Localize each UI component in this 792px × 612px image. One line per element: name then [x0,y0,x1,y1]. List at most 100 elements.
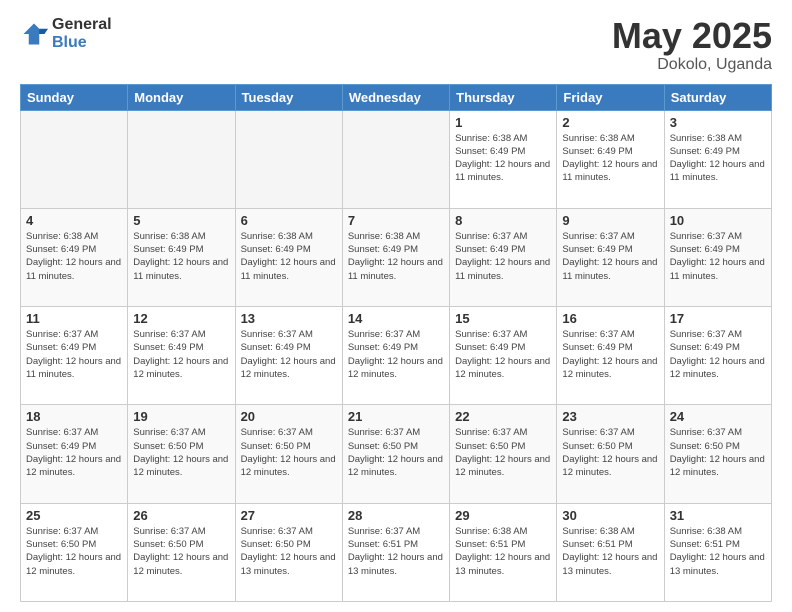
calendar-cell: 16 Sunrise: 6:37 AM Sunset: 6:49 PM Dayli… [557,307,664,405]
calendar-cell: 14 Sunrise: 6:37 AM Sunset: 6:49 PM Dayli… [342,307,449,405]
day-info: Sunrise: 6:37 AM Sunset: 6:50 PM Dayligh… [348,426,444,479]
logo-general: General [52,16,112,34]
calendar-cell: 30Sunrise: 6:38 AM Sunset: 6:51 PM Dayli… [557,503,664,601]
day-info: Sunrise: 6:37 AM Sunset: 6:50 PM Dayligh… [562,426,658,479]
day-header-sunday: Sunday [21,84,128,110]
calendar-cell: 31 Sunrise: 6:38 AM Sunset: 6:51 PM Dayli… [664,503,771,601]
day-info: Sunrise: 6:37 AM Sunset: 6:51 PM Dayligh… [348,525,444,578]
day-number: 21 [348,409,444,424]
calendar-cell: 3Sunrise: 6:38 AM Sunset: 6:49 PM Daylig… [664,110,771,208]
calendar-cell: 21 Sunrise: 6:37 AM Sunset: 6:50 PM Dayli… [342,405,449,503]
calendar-week-row: 25 Sunrise: 6:37 AM Sunset: 6:50 PM Dayli… [21,503,772,601]
calendar-cell: 17 Sunrise: 6:37 AM Sunset: 6:49 PM Dayli… [664,307,771,405]
day-info: Sunrise: 6:37 AM Sunset: 6:49 PM Dayligh… [670,328,766,381]
calendar-cell: 2 Sunrise: 6:38 AM Sunset: 6:49 PM Daylig… [557,110,664,208]
day-info: Sunrise: 6:38 AM Sunset: 6:51 PM Dayligh… [670,525,766,578]
day-number: 26 [133,508,229,523]
day-info: Sunrise: 6:38 AM Sunset: 6:49 PM Dayligh… [562,132,658,185]
calendar-cell: 25 Sunrise: 6:37 AM Sunset: 6:50 PM Dayli… [21,503,128,601]
logo-text: General Blue [52,16,112,51]
day-number: 28 [348,508,444,523]
day-number: 31 [670,508,766,523]
day-info: Sunrise: 6:37 AM Sunset: 6:50 PM Dayligh… [670,426,766,479]
day-info: Sunrise: 6:37 AM Sunset: 6:50 PM Dayligh… [241,525,337,578]
day-info: Sunrise: 6:37 AM Sunset: 6:50 PM Dayligh… [26,525,122,578]
day-number: 19 [133,409,229,424]
day-number: 17 [670,311,766,326]
day-number: 6 [241,213,337,228]
day-header-thursday: Thursday [450,84,557,110]
day-number: 23 [562,409,658,424]
day-info: Sunrise: 6:37 AM Sunset: 6:49 PM Dayligh… [670,230,766,283]
day-number: 18 [26,409,122,424]
logo: General Blue [20,16,112,51]
calendar-cell: 15 Sunrise: 6:37 AM Sunset: 6:49 PM Dayli… [450,307,557,405]
logo-icon [20,20,48,48]
day-number: 2 [562,115,658,130]
day-number: 12 [133,311,229,326]
calendar-cell [21,110,128,208]
calendar-cell [235,110,342,208]
calendar-cell: 9 Sunrise: 6:37 AM Sunset: 6:49 PM Daylig… [557,208,664,306]
calendar-cell: 28 Sunrise: 6:37 AM Sunset: 6:51 PM Dayli… [342,503,449,601]
day-number: 30 [562,508,658,523]
day-number: 13 [241,311,337,326]
day-info: Sunrise: 6:38 AM Sunset: 6:49 PM Dayligh… [670,132,766,185]
calendar-cell: 24 Sunrise: 6:37 AM Sunset: 6:50 PM Dayli… [664,405,771,503]
day-header-wednesday: Wednesday [342,84,449,110]
day-info: Sunrise: 6:37 AM Sunset: 6:49 PM Dayligh… [133,328,229,381]
day-info: Sunrise: 6:38 AM Sunset: 6:49 PM Dayligh… [26,230,122,283]
calendar-cell: 29Sunrise: 6:38 AM Sunset: 6:51 PM Dayli… [450,503,557,601]
day-number: 16 [562,311,658,326]
day-info: Sunrise: 6:37 AM Sunset: 6:49 PM Dayligh… [26,426,122,479]
day-number: 1 [455,115,551,130]
day-number: 27 [241,508,337,523]
calendar-cell: 23 Sunrise: 6:37 AM Sunset: 6:50 PM Dayli… [557,405,664,503]
calendar-cell [128,110,235,208]
calendar-cell: 26 Sunrise: 6:37 AM Sunset: 6:50 PM Dayli… [128,503,235,601]
title-location: Dokolo, Uganda [612,56,772,74]
calendar-cell: 11 Sunrise: 6:37 AM Sunset: 6:49 PM Dayli… [21,307,128,405]
day-info: Sunrise: 6:37 AM Sunset: 6:49 PM Dayligh… [455,230,551,283]
calendar-week-row: 4Sunrise: 6:38 AM Sunset: 6:49 PM Daylig… [21,208,772,306]
day-info: Sunrise: 6:37 AM Sunset: 6:50 PM Dayligh… [133,426,229,479]
day-info: Sunrise: 6:37 AM Sunset: 6:50 PM Dayligh… [241,426,337,479]
day-number: 22 [455,409,551,424]
day-number: 14 [348,311,444,326]
day-info: Sunrise: 6:37 AM Sunset: 6:50 PM Dayligh… [133,525,229,578]
calendar-cell: 10Sunrise: 6:37 AM Sunset: 6:49 PM Dayli… [664,208,771,306]
calendar-cell: 8Sunrise: 6:37 AM Sunset: 6:49 PM Daylig… [450,208,557,306]
calendar-cell [342,110,449,208]
day-info: Sunrise: 6:37 AM Sunset: 6:49 PM Dayligh… [562,328,658,381]
day-info: Sunrise: 6:37 AM Sunset: 6:49 PM Dayligh… [26,328,122,381]
day-info: Sunrise: 6:37 AM Sunset: 6:49 PM Dayligh… [348,328,444,381]
calendar-cell: 5Sunrise: 6:38 AM Sunset: 6:49 PM Daylig… [128,208,235,306]
day-number: 15 [455,311,551,326]
calendar-week-row: 1 Sunrise: 6:38 AM Sunset: 6:49 PM Daylig… [21,110,772,208]
day-number: 25 [26,508,122,523]
day-header-saturday: Saturday [664,84,771,110]
calendar-cell: 1Sunrise: 6:38 AM Sunset: 6:49 PM Daylig… [450,110,557,208]
day-header-tuesday: Tuesday [235,84,342,110]
calendar-cell: 27 Sunrise: 6:37 AM Sunset: 6:50 PM Dayli… [235,503,342,601]
day-header-monday: Monday [128,84,235,110]
calendar-page: General Blue May 2025 Dokolo, Uganda Sun… [0,0,792,612]
calendar-cell: 18 Sunrise: 6:37 AM Sunset: 6:49 PM Dayli… [21,405,128,503]
calendar-header-row: SundayMondayTuesdayWednesdayThursdayFrid… [21,84,772,110]
day-info: Sunrise: 6:38 AM Sunset: 6:49 PM Dayligh… [241,230,337,283]
day-info: Sunrise: 6:37 AM Sunset: 6:49 PM Dayligh… [241,328,337,381]
calendar-cell: 12 Sunrise: 6:37 AM Sunset: 6:49 PM Dayli… [128,307,235,405]
day-number: 11 [26,311,122,326]
calendar-cell: 7Sunrise: 6:38 AM Sunset: 6:49 PM Daylig… [342,208,449,306]
calendar-cell: 13 Sunrise: 6:37 AM Sunset: 6:49 PM Dayli… [235,307,342,405]
title-month: May 2025 [612,16,772,56]
day-info: Sunrise: 6:37 AM Sunset: 6:49 PM Dayligh… [455,328,551,381]
day-info: Sunrise: 6:38 AM Sunset: 6:49 PM Dayligh… [133,230,229,283]
header: General Blue May 2025 Dokolo, Uganda [20,16,772,74]
calendar-table: SundayMondayTuesdayWednesdayThursdayFrid… [20,84,772,602]
logo-blue: Blue [52,34,112,52]
day-number: 24 [670,409,766,424]
day-info: Sunrise: 6:37 AM Sunset: 6:49 PM Dayligh… [562,230,658,283]
day-number: 9 [562,213,658,228]
day-header-friday: Friday [557,84,664,110]
